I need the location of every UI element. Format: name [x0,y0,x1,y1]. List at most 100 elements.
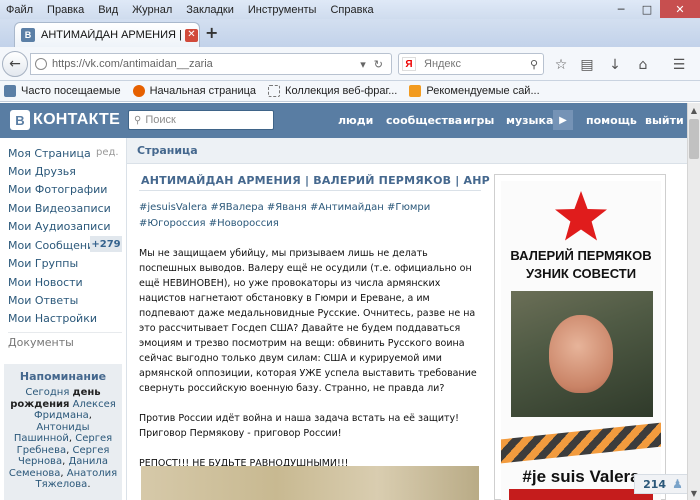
vk-favicon-icon: В [21,28,35,42]
reload-icon[interactable]: ↻ [374,58,383,71]
play-icon[interactable]: ▶ [553,110,573,130]
hamburger-menu-icon[interactable]: ☰ [670,56,688,74]
bookmark-label: Рекомендуемые сай... [426,85,540,97]
bookmark-item[interactable]: Коллекция веб-фраг... [268,85,397,97]
poster-flag [509,489,653,500]
bookmark-label: Начальная страница [149,85,257,97]
post-paragraph: Против России идёт война и наша задача в… [139,413,459,439]
nav-help[interactable]: помощь [586,114,637,127]
post-title[interactable]: АНТИМАЙДАН АРМЕНИЯ | ВАЛЕРИЙ ПЕРМЯКОВ | … [141,174,490,187]
webslice-icon [268,85,281,97]
search-icon[interactable]: ⚲ [530,58,538,71]
browser-tab[interactable]: В АНТИМАЙДАН АРМЕНИЯ | В... ✕ [14,22,200,47]
scroll-up-icon[interactable]: ▲ [688,103,700,117]
sidebar-item-photos[interactable]: Мои Фотографии [8,183,107,196]
nav-games[interactable]: игры [463,114,494,127]
poster-name: ВАЛЕРИЙ ПЕРМЯКОВ УЗНИК СОВЕСТИ [501,247,661,283]
post-image[interactable] [141,466,479,500]
poster-image[interactable]: ВАЛЕРИЙ ПЕРМЯКОВ УЗНИК СОВЕСТИ #je suis … [494,174,666,500]
nav-logout[interactable]: выйти [645,114,684,127]
tab-strip: В АНТИМАЙДАН АРМЕНИЯ | В... ✕ + [0,19,700,47]
portrait-photo [511,291,653,417]
minimize-icon[interactable]: ─ [608,0,634,18]
vk-search-input[interactable]: ⚲ Поиск [128,110,274,130]
page-scrollbar[interactable]: ▲ ▼ [687,103,700,500]
menu-bookmarks[interactable]: Закладки [186,4,234,16]
sidebar-item-my-page[interactable]: Моя Страница [8,147,91,160]
sidebar-divider [8,332,122,333]
bookmarks-toolbar: Часто посещаемые Начальная страница Колл… [0,81,700,102]
menu-help[interactable]: Справка [330,4,373,16]
search-placeholder[interactable]: Яндекс [424,58,530,70]
bookmark-item[interactable]: Начальная страница [132,85,257,97]
bookmark-icon [409,85,422,97]
menu-tools[interactable]: Инструменты [248,4,317,16]
sidebar-item-news[interactable]: Мои Новости [8,276,83,289]
yandex-icon[interactable]: Я [402,57,416,71]
sidebar-item-audio[interactable]: Мои Аудиозаписи [8,220,111,233]
title-divider [139,190,481,191]
sidebar-item-messages[interactable]: Мои Сообщения [8,239,101,252]
scroll-down-icon[interactable]: ▼ [688,486,700,500]
tab-title: АНТИМАЙДАН АРМЕНИЯ | В... [41,29,181,41]
globe-icon [35,58,47,70]
menu-history[interactable]: Журнал [132,4,172,16]
window-controls: ─ □ ✕ [608,0,700,18]
star-bookmark-icon[interactable]: ☆ [552,56,570,74]
sidebar-item-settings[interactable]: Мои Настройки [8,312,97,325]
sidebar-item-friends[interactable]: Мои Друзья [8,165,76,178]
menu-edit[interactable]: Правка [47,4,84,16]
nav-communities[interactable]: сообщества [386,114,462,127]
sidebar-item-documents[interactable]: Документы [8,336,74,349]
red-star-icon [555,191,607,241]
menu-bar: Файл Правка Вид Журнал Закладки Инструме… [0,0,700,19]
vk-logo[interactable]: В КОНТАКТЕ [10,110,120,130]
like-count: 214 [643,477,667,491]
home-icon[interactable]: ⌂ [634,56,652,74]
window-close-icon[interactable]: ✕ [660,0,700,18]
vk-search-placeholder[interactable]: Поиск [145,114,175,126]
new-tab-button[interactable]: + [205,23,218,42]
post-text: Мы не защищаем убийцу, мы призываем лишь… [139,246,487,486]
nav-people[interactable]: люди [338,114,373,127]
reminder-body: Сегодня день рождения Алексея Фридмана, … [8,387,118,490]
left-sidebar: Моя Страница ред. Мои Друзья Мои Фотогра… [0,138,124,500]
maximize-icon[interactable]: □ [634,0,660,18]
poster-name-line1: ВАЛЕРИЙ ПЕРМЯКОВ [510,248,652,263]
birthday-reminder: Напоминание Сегодня день рождения Алексе… [4,364,122,500]
sidebar-item-videos[interactable]: Мои Видеозаписи [8,202,111,215]
vk-logo-text: КОНТАКТЕ [33,111,121,128]
back-button[interactable]: ← [2,51,28,77]
sidebar-item-groups[interactable]: Мои Группы [8,257,78,270]
main-content: Страница АНТИМАЙДАН АРМЕНИЯ | ВАЛЕРИЙ ПЕ… [126,138,688,500]
clipboard-icon[interactable]: ▤ [578,56,596,74]
scroll-thumb[interactable] [689,119,699,159]
edit-link[interactable]: ред. [96,147,119,158]
address-bar[interactable]: https://vk.com/antimaidan__zaria ▾ ↻ [30,53,392,75]
like-counter[interactable]: 214 ♟ [634,474,692,494]
arrow-left-icon: ← [9,56,21,72]
bookmark-item[interactable]: Рекомендуемые сай... [409,85,540,97]
star-shape [555,191,607,241]
person-icon: ♟ [672,477,683,491]
tab-close-icon[interactable]: ✕ [185,28,198,42]
poster-name-line2: УЗНИК СОВЕСТИ [525,266,637,281]
url-text[interactable]: https://vk.com/antimaidan__zaria [52,58,360,70]
bookmark-label: Часто посещаемые [21,85,121,97]
st-george-ribbon [501,422,661,464]
dropdown-icon[interactable]: ▾ [360,58,366,71]
face [549,315,613,393]
search-bar[interactable]: Я Яндекс ⚲ [398,53,544,75]
bookmark-item[interactable]: Часто посещаемые [4,85,121,97]
nav-bar: ← https://vk.com/antimaidan__zaria ▾ ↻ Я… [0,47,700,81]
menu-file[interactable]: Файл [6,4,33,16]
menu-view[interactable]: Вид [98,4,118,16]
search-icon: ⚲ [134,114,142,126]
sidebar-item-answers[interactable]: Мои Ответы [8,294,78,307]
nav-music[interactable]: музыка [506,114,553,127]
poster-canvas: ВАЛЕРИЙ ПЕРМЯКОВ УЗНИК СОВЕСТИ #je suis … [501,181,661,500]
messages-count-badge[interactable]: +279 [90,236,122,252]
post-tags[interactable]: #jesuisValera #ЯВалера #Яваня #Антимайда… [139,200,484,232]
download-icon[interactable]: ↓ [606,56,624,74]
page-header: Страница [127,138,688,164]
